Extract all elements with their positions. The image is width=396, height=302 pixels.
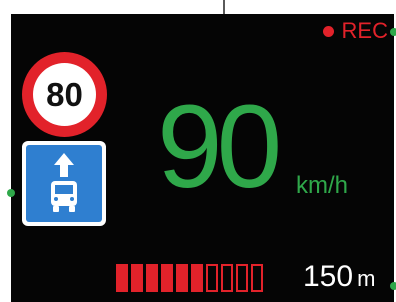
- callout-dot-rec: [390, 28, 396, 36]
- distance-readout: 150 m: [303, 260, 375, 296]
- distance-segment: [191, 264, 203, 292]
- rec-label: REC: [341, 18, 388, 43]
- distance-segment: [221, 264, 233, 292]
- distance-value: 150: [303, 260, 354, 293]
- callout-dot-distance: [390, 282, 396, 290]
- speed-limit-value: 80: [33, 63, 96, 126]
- distance-segment: [236, 264, 248, 292]
- callout-dot-lane-sign: [7, 189, 15, 197]
- current-speed: 90: [157, 81, 282, 213]
- bus-lane-sign: [22, 141, 106, 226]
- distance-segment: [176, 264, 188, 292]
- speed-unit: km/h: [296, 172, 349, 199]
- distance-segment: [161, 264, 173, 292]
- distance-segment: [146, 264, 158, 292]
- bus-icon: [51, 153, 77, 212]
- distance-segment: [131, 264, 143, 292]
- distance-bar: [116, 264, 263, 292]
- distance-unit: m: [357, 266, 376, 291]
- distance-segment: [116, 264, 128, 292]
- speed-limit-sign: 80: [22, 52, 107, 137]
- recording-indicator: REC: [322, 18, 388, 44]
- rec-dot-icon: [322, 25, 334, 37]
- distance-segment: [206, 264, 218, 292]
- distance-segment: [251, 264, 263, 292]
